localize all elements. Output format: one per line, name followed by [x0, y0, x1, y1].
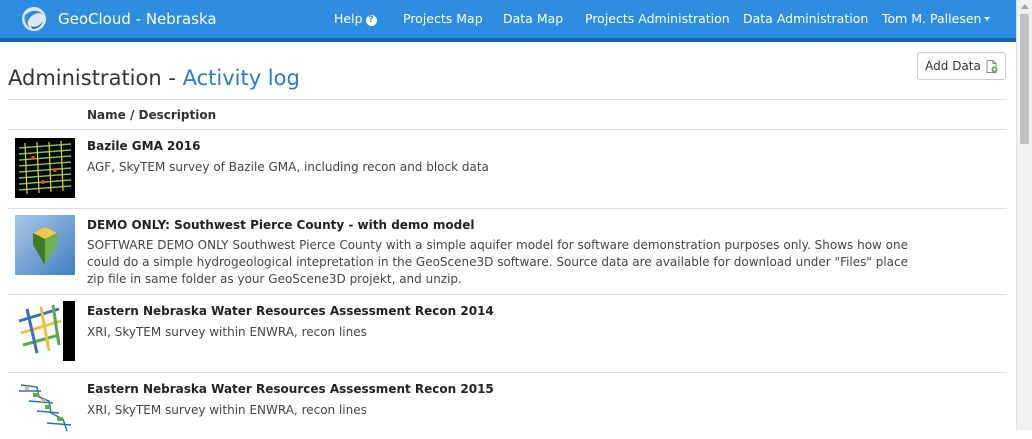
geoscene-logo-thumbnail: [15, 215, 75, 275]
row-title[interactable]: Eastern Nebraska Water Resources Assessm…: [87, 304, 494, 318]
row-title[interactable]: Eastern Nebraska Water Resources Assessm…: [87, 382, 494, 396]
caret-down-icon: [984, 17, 991, 21]
add-data-label: Add Data: [925, 59, 981, 73]
row-title[interactable]: Bazile GMA 2016: [87, 139, 200, 153]
scroll-up-arrow-icon[interactable]: [1021, 4, 1029, 9]
nav-data-administration[interactable]: Data Administration: [743, 11, 868, 26]
page-scrollbar[interactable]: [1016, 0, 1032, 430]
table-header: Name / Description: [8, 99, 1007, 130]
row-description: SOFTWARE DEMO ONLY Southwest Pierce Coun…: [87, 238, 909, 286]
page-title-sub: Activity log: [182, 66, 300, 90]
add-data-button[interactable]: Add Data: [917, 52, 1006, 80]
row-description: XRI, SkyTEM survey within ENWRA, recon l…: [87, 403, 367, 417]
page-title-main: Administration -: [8, 66, 183, 90]
nav-data-map[interactable]: Data Map: [503, 11, 563, 26]
flight-lines-thumbnail: [15, 379, 75, 439]
nav-help-label: Help: [334, 11, 363, 26]
table-row[interactable]: Eastern Nebraska Water Resources Assessm…: [8, 295, 1007, 373]
page-title: Administration - Activity log: [8, 66, 300, 90]
scrollbar-thumb[interactable]: [1020, 14, 1029, 144]
user-menu[interactable]: Tom M. Pallesen: [882, 11, 991, 26]
row-description: AGF, SkyTEM survey of Bazile GMA, includ…: [87, 160, 489, 174]
nav-projects-administration[interactable]: Projects Administration: [585, 11, 730, 26]
survey-grid-thumbnail: [15, 138, 75, 198]
table-row[interactable]: DEMO ONLY: Southwest Pierce County - wit…: [8, 209, 1007, 295]
column-header-name: Name / Description: [87, 108, 217, 122]
row-description: XRI, SkyTEM survey within ENWRA, recon l…: [87, 325, 367, 339]
activity-table: Name / Description Bazile GMA 2016 AGF, …: [8, 99, 1007, 439]
nav-projects-map[interactable]: Projects Map: [403, 11, 483, 26]
3d-model-thumbnail: [15, 301, 75, 361]
row-title[interactable]: DEMO ONLY: Southwest Pierce County - wit…: [87, 218, 474, 232]
nav-help[interactable]: Help?: [334, 11, 377, 26]
user-name: Tom M. Pallesen: [882, 11, 982, 26]
table-row[interactable]: Eastern Nebraska Water Resources Assessm…: [8, 373, 1007, 439]
table-row[interactable]: Bazile GMA 2016 AGF, SkyTEM survey of Ba…: [8, 130, 1007, 209]
top-navbar: GeoCloud - Nebraska Help? Projects Map D…: [0, 0, 1016, 42]
add-file-icon: [986, 59, 998, 73]
question-circle-icon: ?: [365, 15, 377, 26]
